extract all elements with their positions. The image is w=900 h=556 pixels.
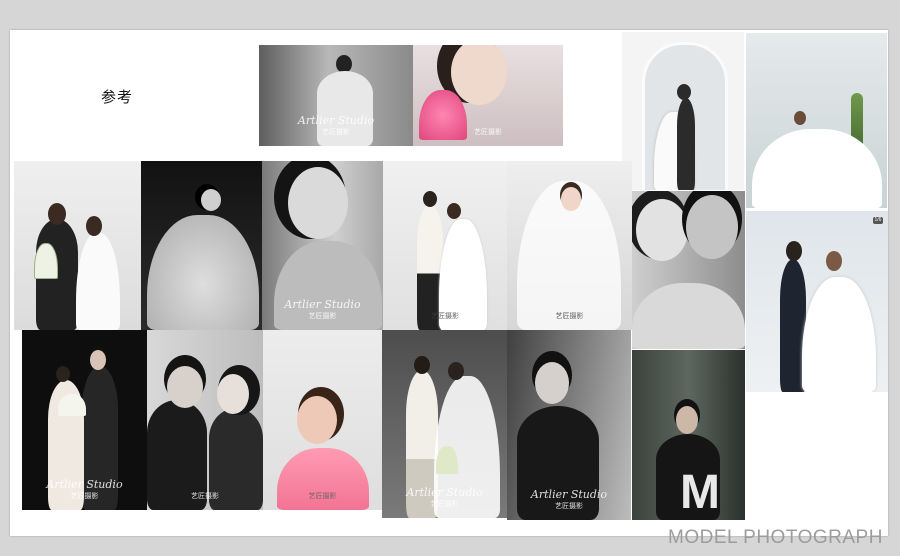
photo-couple-blue[interactable] — [746, 211, 888, 392]
bride-head — [826, 251, 842, 271]
photo-bride-pink[interactable]: 艺匠摄影 — [263, 330, 382, 510]
bouquet — [58, 394, 86, 416]
slide-label: 参考 — [101, 88, 134, 106]
photo-bride-gown[interactable] — [746, 33, 887, 208]
groom-head — [90, 350, 106, 370]
bride-gown — [76, 233, 120, 330]
bride-head — [561, 187, 581, 211]
bride-head — [288, 167, 348, 239]
bride-gown — [802, 277, 876, 392]
brand-watermark: MODEL PHOTOGRAPH — [668, 527, 883, 548]
groom-figure — [677, 98, 695, 190]
bride-head — [794, 111, 806, 125]
bride-head — [448, 362, 464, 380]
bride-head — [451, 45, 507, 105]
bride-head — [56, 366, 70, 382]
photo-bride-veil[interactable]: 艺匠摄影 — [507, 161, 632, 330]
model-logo-mark: M — [680, 466, 720, 519]
watermark: Artlier Studio 艺匠摄影 — [297, 114, 375, 136]
bride-head — [86, 216, 102, 236]
photo-couple-embrace[interactable]: 艺匠摄影 — [147, 330, 263, 510]
bride-head — [636, 199, 688, 261]
watermark: Artlier Studio 艺匠摄影 — [46, 478, 123, 500]
bride-head — [297, 396, 337, 444]
watermark: Artlier Studio 艺匠摄影 — [406, 486, 483, 508]
haus-watermark: HAUS — [825, 199, 854, 208]
groom-head — [535, 362, 569, 404]
photo-couple-dark[interactable]: Artlier Studio 艺匠摄影 — [22, 330, 147, 510]
watermark: Artlier Studio 艺匠摄影 — [530, 488, 608, 510]
watermark: Artlier Studio 艺匠摄影 — [284, 298, 361, 320]
pink-dress — [277, 448, 369, 510]
groom-head — [677, 84, 691, 100]
photo-bride-flower[interactable]: 艺匠摄影 — [413, 45, 563, 146]
photo-couple-closeup[interactable] — [632, 191, 745, 349]
watermark: 艺匠摄影 — [431, 311, 459, 320]
bride-gown — [147, 215, 259, 330]
groom-head — [167, 366, 203, 408]
watermark: 艺匠摄影 — [474, 127, 502, 136]
page-badge: 1/6 — [873, 217, 883, 224]
bride-head — [201, 189, 221, 211]
groom-head — [686, 195, 738, 259]
photo-groom-portrait[interactable]: Artlier Studio 艺匠摄影 — [507, 330, 631, 520]
watermark: 艺匠摄影 — [191, 491, 219, 500]
photo-couple-veil[interactable]: Artlier Studio 艺匠摄影 — [382, 330, 507, 518]
bouquet — [436, 446, 458, 474]
groom-head — [423, 191, 437, 207]
photo-couple-arch[interactable] — [622, 32, 744, 190]
photo-couple-white-suit[interactable]: 艺匠摄影 — [383, 161, 507, 330]
watermark: 艺匠摄影 — [555, 311, 584, 320]
photo-bride-portrait[interactable]: Artlier Studio 艺匠摄影 — [262, 161, 383, 330]
bride-head — [217, 374, 249, 414]
groom-head — [786, 241, 802, 261]
bride-shoulder — [632, 283, 745, 349]
groom-head — [414, 356, 430, 374]
photo-bride-dark[interactable] — [141, 161, 262, 330]
bride-head — [447, 203, 461, 219]
groom-head — [676, 406, 698, 434]
photo-bride-back[interactable]: Artlier Studio 艺匠摄影 — [259, 45, 413, 146]
photo-couple-bouquet[interactable] — [14, 161, 141, 330]
groom-head — [48, 203, 66, 225]
watermark: 艺匠摄影 — [308, 491, 337, 500]
